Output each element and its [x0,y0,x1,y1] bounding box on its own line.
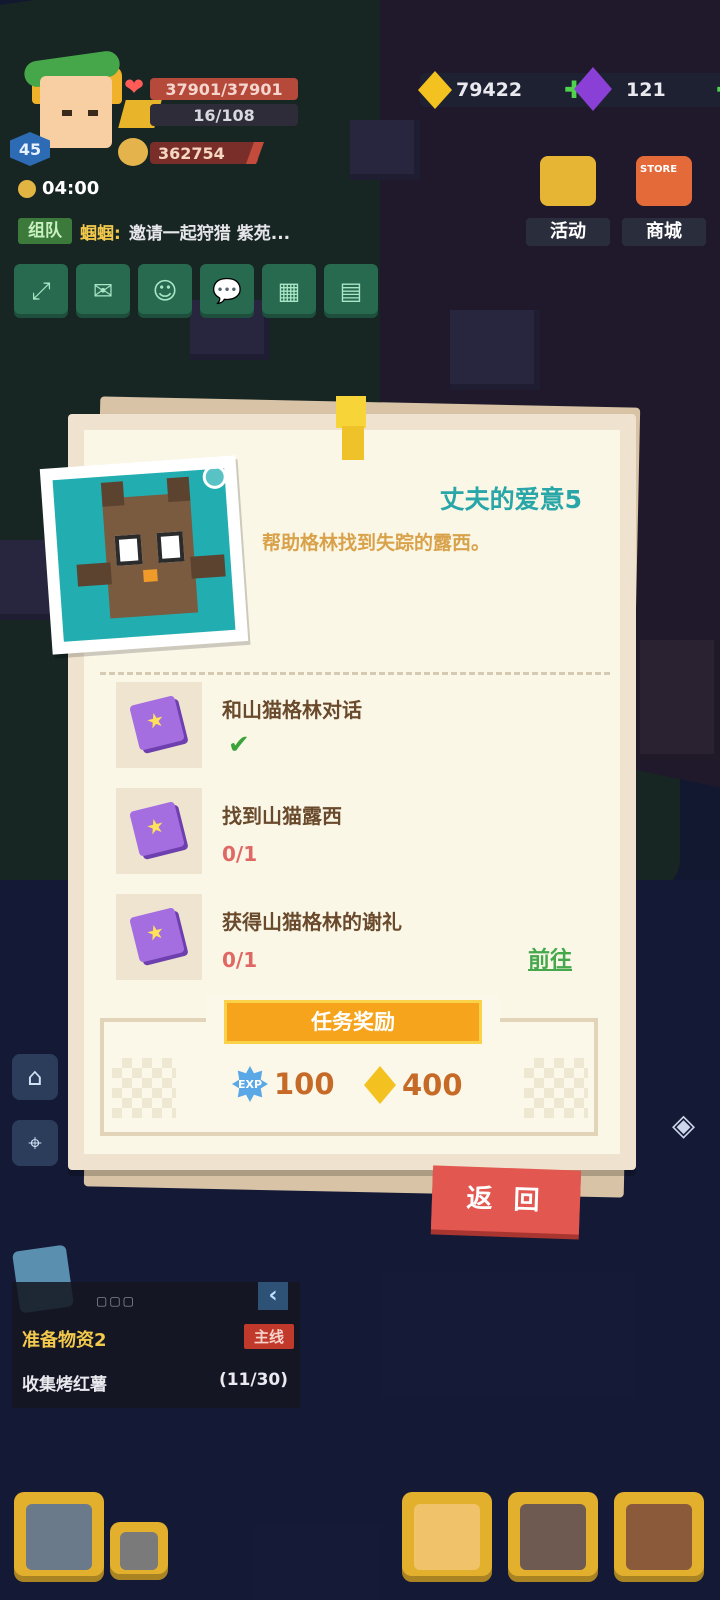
game-clock: 04:00 [18,178,99,199]
go-to-task-link[interactable]: 前往 [528,942,572,974]
npc-portrait [39,455,249,655]
mail-icon[interactable]: ✉ [76,264,130,318]
quest-task: 和山猫格林对话 ✔ [116,682,596,768]
back-button[interactable]: 返 回 [430,1165,582,1235]
power-icon [118,138,148,166]
quest-description: 帮助格林找到失踪的露西。 [262,532,491,554]
pets-button[interactable] [508,1492,598,1582]
combat-power: 362754 [150,142,258,164]
task-icon-frame [116,682,202,768]
avatar-eye [62,110,72,116]
task-icon-frame [116,788,202,874]
main-quest-badge: 主线 [243,1324,294,1349]
purple-gem-icon [574,67,612,111]
collapse-tracker-button[interactable]: ‹ [258,1282,288,1310]
quest-tracker[interactable]: ▢▢▢ ‹ 准备物资2 主线 收集烤红薯 (11/30) [12,1282,300,1408]
owl-wing [190,554,226,579]
chat-icon[interactable]: 💬 [200,264,254,318]
quest-task: 获得山猫格林的谢礼 0/1 [116,894,596,980]
expand-right-icon[interactable]: ◈ [672,1108,712,1148]
tracker-count: (11/30) [218,1370,288,1390]
spellbook-icon [129,695,185,751]
owl-ear [166,476,191,503]
backpack-icon [626,1504,692,1570]
camera-icon [120,1532,158,1570]
store-label: 商城 [622,218,706,246]
owl-eye [114,534,143,566]
owl-wing [76,562,112,587]
avatar-eye [88,110,98,116]
checker-decoration [112,1058,176,1118]
gold-coin-icon [364,1066,396,1104]
pushpin-body [342,426,364,460]
pushpin-head [336,396,366,428]
pushpin-icon [332,396,374,462]
gold-coin-icon [418,71,452,109]
home-icon[interactable]: ⌂ [12,1054,58,1100]
heart-icon: ❤ [124,73,145,101]
location-pin-icon[interactable]: ⌖ [12,1120,58,1166]
star-gift-icon [540,156,596,206]
gold-reward: 400 [364,1066,463,1104]
stamina-bar: 16/108 [150,104,298,126]
hero-button[interactable] [402,1492,492,1582]
task-name: 找到山猫露西 [222,804,342,828]
add-gem-button[interactable]: ✚ [716,76,720,104]
portrait-background [52,468,236,642]
exp-amount: 100 [274,1067,335,1101]
hero-portrait-icon [414,1504,480,1570]
quest-title: 丈夫的爱意5 [439,485,582,514]
hp-bar: 37901/37901 [150,78,298,100]
sun-icon [18,179,36,198]
clock-time: 04:00 [42,178,100,199]
backpack-button[interactable] [614,1492,704,1582]
chat-preview[interactable]: 组队 蝈蝈: 邀请一起狩猎 紫苑... [18,218,290,244]
avatar-face [40,76,112,148]
events-button[interactable]: 活动 [526,150,610,246]
checker-decoration [524,1058,588,1118]
chat-channel-tag: 组队 [18,218,72,244]
owl-eye [156,531,185,564]
notice-board-icon[interactable]: ▤ [324,264,378,318]
task-progress: 0/1 [222,948,258,972]
chat-sender: 蝈蝈: [80,223,121,244]
owl-beak [143,569,158,583]
map-icon[interactable]: ▦ [262,264,316,318]
quick-action-bar: ⤢ ✉ ☺ 💬 ▦ ▤ [14,264,378,318]
dashed-divider [100,672,610,675]
task-name: 和山猫格林对话 [222,698,362,722]
task-name: 获得山猫格林的谢礼 [222,910,402,934]
tracker-page-dots: ▢▢▢ [96,1294,137,1308]
chat-message: 邀请一起狩猎 紫苑... [128,223,291,244]
task-icon-frame [116,894,202,980]
events-label: 活动 [526,218,610,246]
owl-ear [100,481,125,507]
expand-icon[interactable]: ⤢ [14,264,68,318]
reward-header-label: 任务奖励 [224,1000,482,1044]
exp-icon: EXP [232,1066,268,1102]
camera-button[interactable] [110,1522,168,1580]
task-progress: 0/1 [222,842,258,866]
friends-icon[interactable]: ☺ [138,264,192,318]
gold-amount: 79422 [456,79,523,101]
tracker-subtask: 收集烤红薯 [22,1375,107,1395]
checkmark-icon: ✔ [228,730,250,760]
store-button[interactable]: STORE 商城 [622,150,706,246]
pets-icon [520,1504,586,1570]
quest-task: 找到山猫露西 0/1 [116,788,596,874]
gold-reward-amount: 400 [402,1068,463,1102]
store-sign: STORE [640,164,678,175]
exp-reward: EXP 100 [232,1066,335,1102]
tracker-quest-title: 准备物资2 [22,1330,107,1351]
spellbook-icon [129,801,185,857]
gold-counter: 79422 ✚ [418,71,590,109]
hammer-icon [26,1504,92,1570]
gem-counter: 121 ✚ [574,67,720,111]
reward-header: 任务奖励 [206,994,500,1050]
build-hammer-button[interactable] [14,1492,104,1582]
spellbook-icon [129,907,185,963]
gem-amount: 121 [626,79,666,101]
